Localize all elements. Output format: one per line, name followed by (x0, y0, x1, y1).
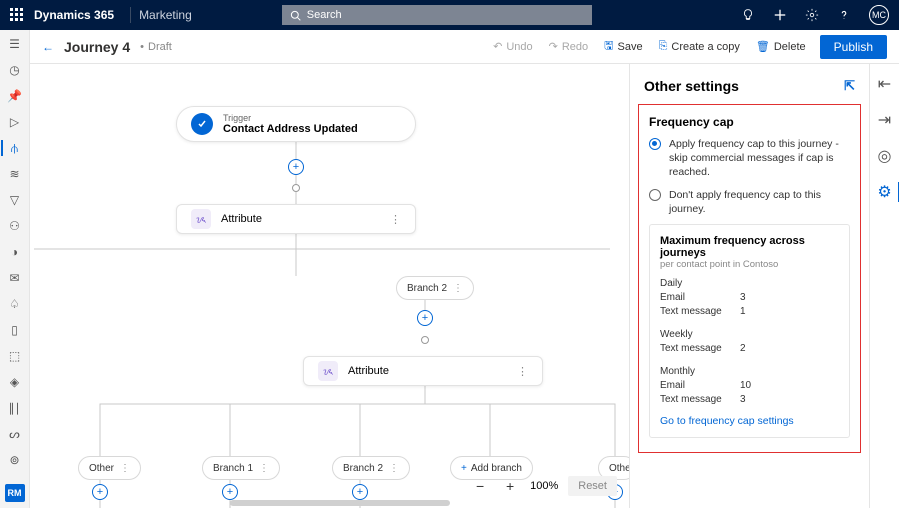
journey-canvas[interactable]: TriggerContact Address Updated + ᝰ Attri… (30, 64, 629, 508)
freq-cap-settings-link[interactable]: Go to frequency cap settings (660, 415, 839, 427)
other-pill-1[interactable]: Other⋮ (78, 456, 141, 480)
divider (130, 7, 131, 23)
globe-icon[interactable]: ◑ (5, 244, 25, 260)
connector-dot (292, 184, 300, 192)
settings-icon[interactable]: ⊚ (5, 452, 25, 468)
help-icon[interactable] (837, 8, 851, 22)
trigger-label: Trigger (223, 113, 358, 123)
bulb-icon[interactable] (741, 8, 755, 22)
search-input[interactable]: Search (282, 5, 592, 25)
plus-icon[interactable] (773, 8, 787, 22)
freq-cap-apply-radio[interactable]: Apply frequency cap to this journey - sk… (649, 137, 850, 180)
zoom-in-button[interactable]: + (500, 476, 520, 496)
attribute-node-2[interactable]: ᝰ Attribute ⋮ (303, 356, 543, 386)
person-icon[interactable]: ⚇ (5, 218, 25, 234)
page-title: Journey 4 (64, 39, 130, 55)
radio-icon (649, 138, 661, 150)
weekly-label: Weekly (660, 329, 839, 340)
gear-icon[interactable] (805, 8, 819, 22)
section-heading: Frequency cap (649, 115, 850, 129)
status-badge: Draft (138, 41, 172, 53)
branch-2-pill[interactable]: Branch 2⋮ (396, 276, 474, 300)
delete-button[interactable]: 🗑Delete (750, 36, 812, 57)
save-button[interactable]: 🖫Save (598, 33, 648, 60)
more-icon[interactable]: ⋮ (453, 283, 463, 294)
expand-in-icon[interactable]: ⇤ (878, 74, 891, 94)
rm-badge[interactable]: RM (5, 484, 25, 502)
frequency-summary-card: Maximum frequency across journeys per co… (649, 224, 850, 438)
add-step-button[interactable]: + (288, 159, 304, 175)
zoom-level: 100% (530, 480, 558, 492)
brand-name: Dynamics 365 (34, 8, 114, 22)
attribute-icon: ᝰ (191, 209, 211, 229)
command-bar: ← Journey 4 Draft ↶Undo ↷Redo 🖫Save ⎘Cre… (30, 30, 899, 64)
radio-icon (649, 189, 661, 201)
more-icon[interactable]: ⋮ (390, 213, 401, 226)
horizontal-scrollbar[interactable] (230, 500, 450, 506)
form-icon[interactable]: ◈ (5, 374, 25, 390)
attribute-icon: ᝰ (318, 361, 338, 381)
funnel-icon[interactable]: ▽ (5, 192, 25, 208)
card-subtitle: per contact point in Contoso (660, 259, 839, 270)
journey-icon[interactable]: ⫛ (1, 140, 21, 156)
gear-icon[interactable]: ⚙ (877, 182, 899, 202)
hamburger-icon[interactable]: ☰ (5, 36, 25, 52)
freq-cap-skip-radio[interactable]: Don't apply frequency cap to this journe… (649, 188, 850, 216)
bell-icon[interactable]: ♤ (5, 296, 25, 312)
chat-icon[interactable]: ⬚ (5, 348, 25, 364)
add-step-button[interactable]: + (222, 484, 238, 500)
global-top-bar: Dynamics 365 Marketing Search MC (0, 0, 899, 30)
connector-dot (421, 336, 429, 344)
add-step-button[interactable]: + (92, 484, 108, 500)
more-icon[interactable]: ⋮ (517, 365, 528, 378)
app-launcher-icon[interactable] (10, 8, 24, 22)
create-copy-button[interactable]: ⎘Create a copy (653, 36, 746, 57)
zoom-controls: − + 100% Reset (470, 476, 617, 496)
redo-button[interactable]: ↷Redo (543, 36, 595, 57)
monthly-label: Monthly (660, 366, 839, 377)
trigger-node[interactable]: TriggerContact Address Updated (176, 106, 416, 142)
daily-label: Daily (660, 278, 839, 289)
frequency-cap-section: Frequency cap Apply frequency cap to thi… (638, 104, 861, 453)
branch-2-pill-2[interactable]: Branch 2⋮ (332, 456, 410, 480)
add-step-button[interactable]: + (352, 484, 368, 500)
trigger-icon (191, 113, 213, 135)
right-nav: ⇤ ⇥ ◎ ⚙ (869, 64, 899, 508)
attribute-label: Attribute (348, 365, 389, 377)
library-icon[interactable]: ∥∣ (5, 400, 25, 416)
publish-button[interactable]: Publish (820, 35, 887, 59)
app-area: Marketing (139, 8, 192, 22)
trigger-name: Contact Address Updated (223, 123, 358, 135)
mail-icon[interactable]: ✉ (5, 270, 25, 286)
more-icon[interactable]: ⋮ (259, 463, 269, 474)
left-nav: ☰ ◷ 📌 ▷ ⫛ ≋ ▽ ⚇ ◑ ✉ ♤ ▯ ⬚ ◈ ∥∣ ᔕ ⊚ RM (0, 30, 30, 508)
attribute-node-1[interactable]: ᝰ Attribute ⋮ (176, 204, 416, 234)
settings-panel: Other settings ⇱ Frequency cap Apply freq… (629, 64, 869, 508)
reset-zoom-button[interactable]: Reset (568, 476, 617, 496)
panel-title: Other settings (644, 78, 739, 94)
zoom-out-button[interactable]: − (470, 476, 490, 496)
user-avatar[interactable]: MC (869, 5, 889, 25)
play-icon[interactable]: ▷ (5, 114, 25, 130)
branch-1-pill[interactable]: Branch 1⋮ (202, 456, 280, 480)
attribute-label: Attribute (221, 213, 262, 225)
undo-button[interactable]: ↶Undo (487, 36, 539, 57)
clock-icon[interactable]: ◷ (5, 62, 25, 78)
analytics-icon[interactable]: ≋ (5, 166, 25, 182)
search-icon (290, 10, 301, 21)
target-icon[interactable]: ◎ (878, 146, 892, 166)
pin-icon[interactable]: 📌 (5, 88, 25, 104)
more-icon[interactable]: ⋮ (389, 463, 399, 474)
device-icon[interactable]: ▯ (5, 322, 25, 338)
card-title: Maximum frequency across journeys (660, 235, 839, 259)
search-placeholder: Search (307, 9, 342, 21)
popout-icon[interactable]: ⇱ (844, 78, 855, 94)
back-button[interactable]: ← (42, 40, 54, 54)
branch-icon[interactable]: ᔕ (5, 426, 25, 442)
more-icon[interactable]: ⋮ (120, 463, 130, 474)
add-step-button[interactable]: + (417, 310, 433, 326)
expand-out-icon[interactable]: ⇥ (878, 110, 891, 130)
